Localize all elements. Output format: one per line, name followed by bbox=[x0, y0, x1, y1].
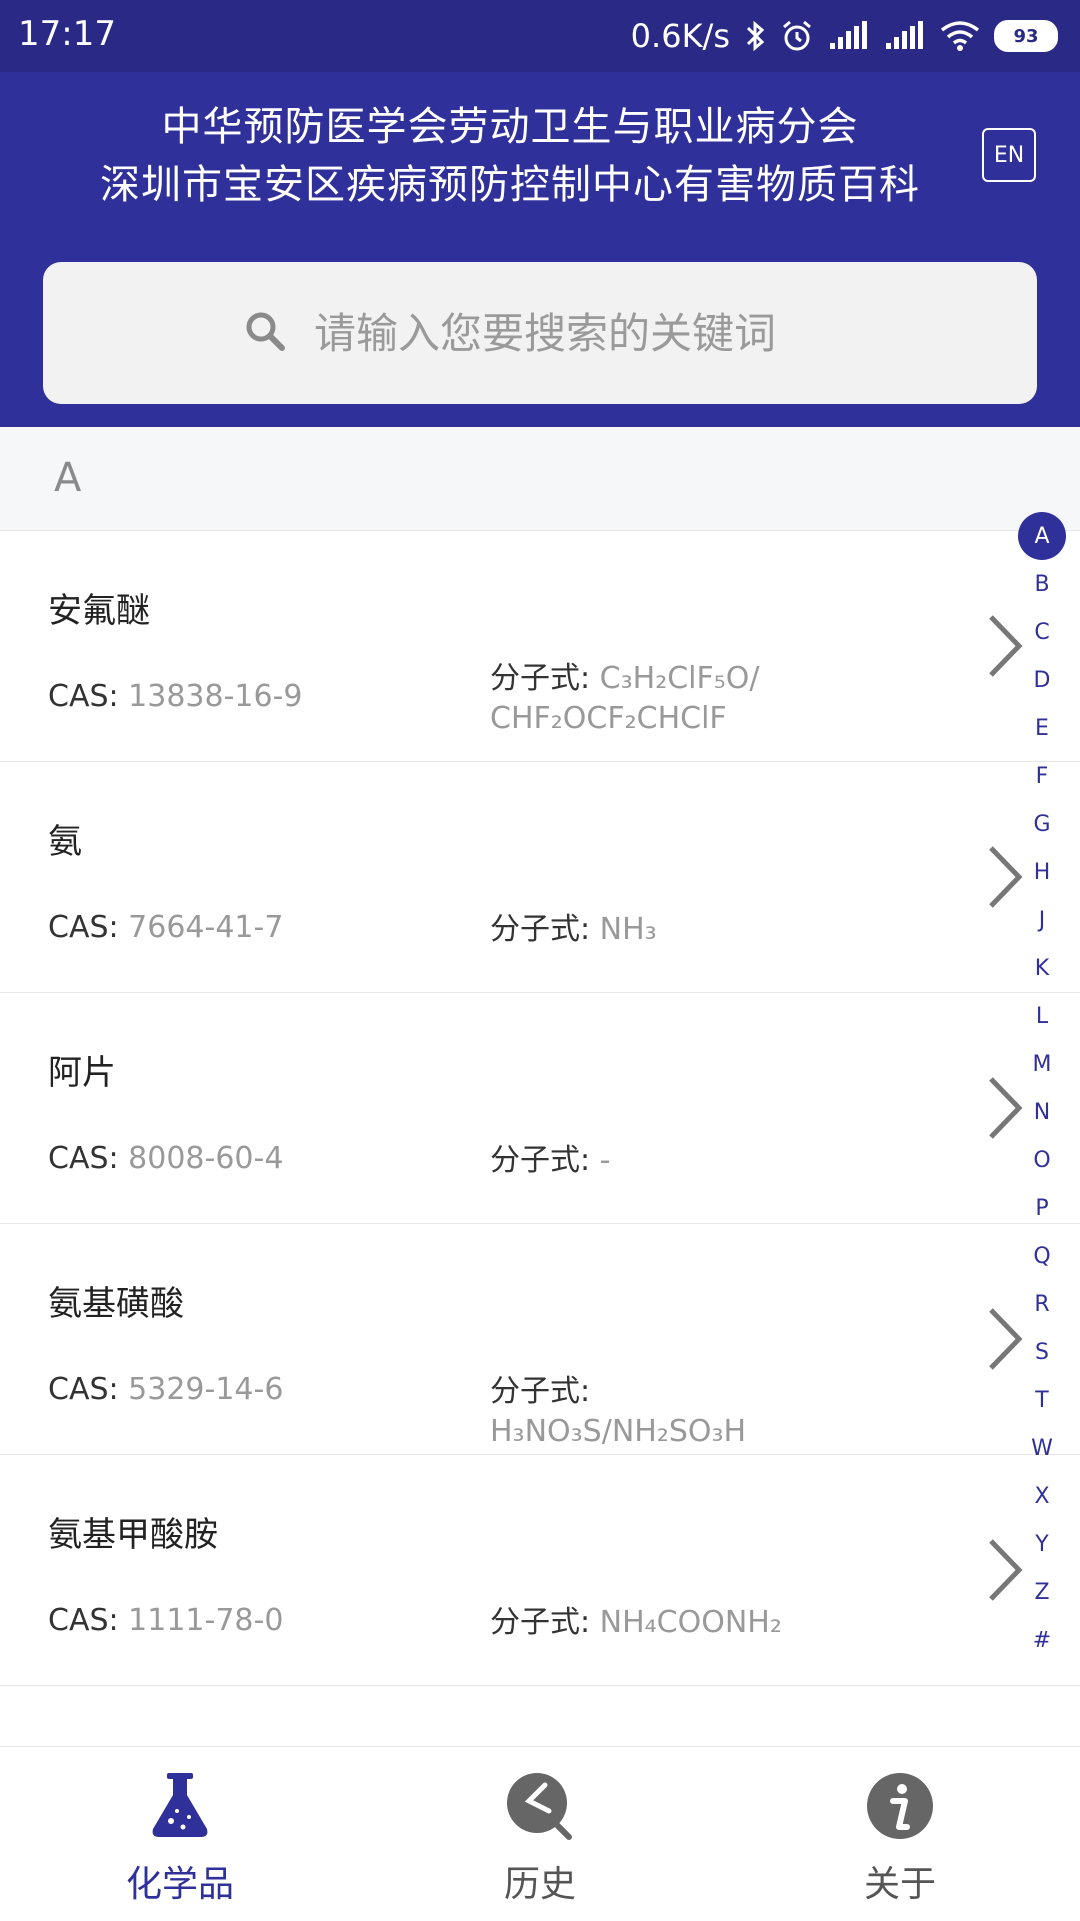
chemical-name: 氨 bbox=[48, 822, 82, 862]
chemical-name: 氨基磺酸 bbox=[48, 1284, 184, 1324]
cas-field: CAS: 5329-14-6 bbox=[48, 1372, 283, 1407]
cas-value: 8008-60-4 bbox=[128, 1141, 284, 1176]
list-item[interactable]: 阿片 CAS: 8008-60-4 分子式: - bbox=[0, 993, 1080, 1224]
formula-value: - bbox=[599, 1143, 611, 1178]
formula-label: 分子式: bbox=[490, 912, 591, 947]
formula-label: 分子式: bbox=[490, 1605, 591, 1640]
alphabet-index-item[interactable]: W bbox=[1018, 1424, 1066, 1472]
list-item[interactable]: 氨 CAS: 7664-41-7 分子式: NH₃ bbox=[0, 762, 1080, 993]
cas-value: 7664-41-7 bbox=[128, 910, 284, 945]
alarm-icon bbox=[780, 19, 814, 53]
chemical-name: 氨基甲酸胺 bbox=[48, 1515, 218, 1555]
alphabet-index-item[interactable]: B bbox=[1018, 560, 1066, 608]
cas-label: CAS: bbox=[48, 1603, 119, 1638]
formula-value: NH₃ bbox=[599, 912, 657, 947]
bluetooth-icon bbox=[744, 20, 766, 52]
cas-field: CAS: 7664-41-7 bbox=[48, 910, 283, 945]
status-icons: 0.6K/s 93 bbox=[631, 14, 1058, 58]
alphabet-index-item[interactable]: Z bbox=[1018, 1568, 1066, 1616]
alphabet-index-item[interactable]: S bbox=[1018, 1328, 1066, 1376]
alphabet-index-item[interactable]: Q bbox=[1018, 1232, 1066, 1280]
wifi-icon bbox=[940, 20, 980, 52]
nav-label: 历史 bbox=[503, 1864, 576, 1905]
cas-label: CAS: bbox=[48, 1141, 119, 1176]
alphabet-index-item[interactable]: # bbox=[1018, 1616, 1066, 1664]
cas-field: CAS: 13838-16-9 bbox=[48, 679, 303, 714]
header-title-line1: 中华预防医学会劳动卫生与职业病分会 bbox=[161, 104, 859, 150]
nav-label: 关于 bbox=[863, 1864, 936, 1905]
alphabet-index-item[interactable]: F bbox=[1018, 752, 1066, 800]
battery-indicator: 93 bbox=[994, 20, 1058, 52]
flask-icon bbox=[152, 1773, 208, 1837]
search-icon bbox=[244, 310, 286, 356]
info-icon bbox=[867, 1773, 933, 1839]
cas-field: CAS: 1111-78-0 bbox=[48, 1603, 283, 1638]
formula-field: 分子式: H₃NO₃S/NH₂SO₃H bbox=[490, 1372, 820, 1452]
section-letter: A bbox=[54, 455, 82, 501]
formula-label: 分子式: bbox=[490, 1143, 591, 1178]
nav-tab-chemicals[interactable]: 化学品 bbox=[0, 1747, 360, 1921]
search-bar[interactable] bbox=[43, 262, 1037, 404]
alphabet-index-item[interactable]: G bbox=[1018, 800, 1066, 848]
nav-tab-about[interactable]: 关于 bbox=[720, 1747, 1080, 1921]
alphabet-index-item[interactable]: L bbox=[1018, 992, 1066, 1040]
chemical-name: 阿片 bbox=[48, 1053, 116, 1093]
language-toggle-button[interactable]: EN bbox=[982, 128, 1036, 182]
cas-label: CAS: bbox=[48, 910, 119, 945]
signal-icon bbox=[828, 21, 870, 51]
nav-tab-history[interactable]: 历史 bbox=[360, 1747, 720, 1921]
chemical-list: 安氟醚 CAS: 13838-16-9 分子式: C₃H₂ClF₅O/ CHF₂… bbox=[0, 531, 1080, 1766]
cas-label: CAS: bbox=[48, 679, 119, 714]
formula-field: 分子式: C₃H₂ClF₅O/ CHF₂OCF₂CHClF bbox=[490, 659, 820, 739]
formula-field: 分子式: NH₃ bbox=[490, 910, 820, 950]
list-item[interactable]: 氨基磺酸 CAS: 5329-14-6 分子式: H₃NO₃S/NH₂SO₃H bbox=[0, 1224, 1080, 1455]
formula-field: 分子式: NH₄COONH₂ bbox=[490, 1603, 820, 1643]
history-icon bbox=[507, 1773, 572, 1840]
formula-field: 分子式: - bbox=[490, 1141, 820, 1181]
alphabet-index-item[interactable]: R bbox=[1018, 1280, 1066, 1328]
formula-value: NH₄COONH₂ bbox=[599, 1605, 782, 1640]
alphabet-index[interactable]: A B C D E F G H J K L M N O P Q R S T W X Y Z # bbox=[1010, 512, 1080, 1664]
list-item[interactable]: 安氟醚 CAS: 13838-16-9 分子式: C₃H₂ClF₅O/ CHF₂… bbox=[0, 531, 1080, 762]
status-time: 17:17 bbox=[18, 14, 116, 54]
search-input[interactable] bbox=[312, 307, 836, 359]
app-header: 中华预防医学会劳动卫生与职业病分会 深圳市宝安区疾病预防控制中心有害物质百科 E… bbox=[0, 72, 1080, 427]
section-header: A bbox=[0, 427, 1080, 531]
cas-field: CAS: 8008-60-4 bbox=[48, 1141, 283, 1176]
alphabet-index-item[interactable]: K bbox=[1018, 944, 1066, 992]
alphabet-index-item[interactable]: Y bbox=[1018, 1520, 1066, 1568]
alphabet-index-item[interactable]: H bbox=[1018, 848, 1066, 896]
alphabet-index-item[interactable]: J bbox=[1018, 896, 1066, 944]
alphabet-index-item[interactable]: D bbox=[1018, 656, 1066, 704]
alphabet-index-item[interactable]: X bbox=[1018, 1472, 1066, 1520]
alphabet-index-item[interactable]: T bbox=[1018, 1376, 1066, 1424]
header-title-line2: 深圳市宝安区疾病预防控制中心有害物质百科 bbox=[100, 162, 920, 208]
bottom-navigation: 化学品 历史 关于 bbox=[0, 1746, 1080, 1921]
alphabet-index-item[interactable]: P bbox=[1018, 1184, 1066, 1232]
cas-value: 13838-16-9 bbox=[128, 679, 303, 714]
formula-value: H₃NO₃S/NH₂SO₃H bbox=[490, 1414, 747, 1449]
signal-icon-2 bbox=[884, 21, 926, 51]
alphabet-index-item[interactable]: E bbox=[1018, 704, 1066, 752]
formula-label: 分子式: bbox=[490, 661, 591, 696]
cas-value: 5329-14-6 bbox=[128, 1372, 284, 1407]
formula-label: 分子式: bbox=[490, 1374, 591, 1409]
alphabet-index-item[interactable]: M bbox=[1018, 1040, 1066, 1088]
alphabet-index-item[interactable]: A bbox=[1018, 512, 1066, 560]
alphabet-index-item[interactable]: O bbox=[1018, 1136, 1066, 1184]
list-item[interactable]: 氨基甲酸胺 CAS: 1111-78-0 分子式: NH₄COONH₂ bbox=[0, 1455, 1080, 1686]
nav-label: 化学品 bbox=[125, 1864, 234, 1905]
cas-value: 1111-78-0 bbox=[128, 1603, 284, 1638]
status-bar: 17:17 0.6K/s 93 bbox=[0, 0, 1080, 72]
alphabet-index-item[interactable]: N bbox=[1018, 1088, 1066, 1136]
chemical-name: 安氟醚 bbox=[48, 591, 150, 631]
alphabet-index-item[interactable]: C bbox=[1018, 608, 1066, 656]
net-speed: 0.6K/s bbox=[630, 17, 730, 55]
cas-label: CAS: bbox=[48, 1372, 119, 1407]
